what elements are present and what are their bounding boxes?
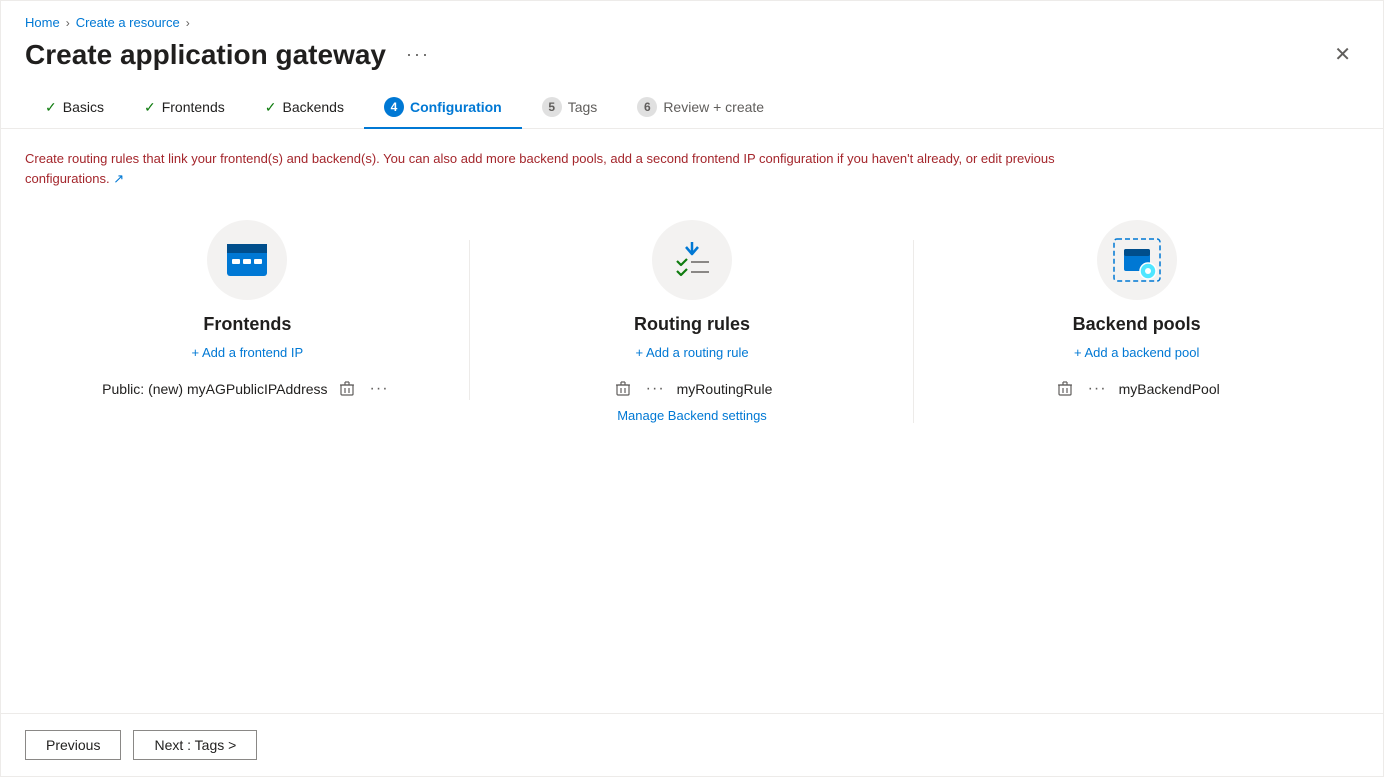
check-icon-backends: ✓ [265,99,277,116]
routing-rules-title: Routing rules [634,314,750,335]
trash-icon-routing [616,381,630,397]
tab-basics-label: Basics [63,99,104,115]
backend-pool-more-button[interactable]: ··· [1084,378,1111,400]
check-icon-frontends: ✓ [144,99,156,116]
breadcrumb: Home › Create a resource › [1,1,1383,30]
step-circle-review: 6 [637,97,657,117]
add-backend-pool-link[interactable]: + Add a backend pool [1074,345,1199,360]
close-button[interactable]: ✕ [1326,38,1359,71]
tab-tags-label: Tags [568,99,598,115]
tab-review-create[interactable]: 6 Review + create [617,87,784,129]
tab-tags[interactable]: 5 Tags [522,87,618,129]
more-options-button[interactable]: ··· [398,40,438,69]
breadcrumb-sep-2: › [186,16,190,30]
routing-rules-icon [667,238,717,282]
frontends-icon-circle [207,220,287,300]
frontends-icon [225,242,269,278]
tab-backends[interactable]: ✓ Backends [245,89,364,128]
tab-review-create-label: Review + create [663,99,764,115]
columns: Frontends + Add a frontend IP Public: (n… [25,220,1359,423]
tabs: ✓ Basics ✓ Frontends ✓ Backends 4 Config… [1,71,1383,129]
tab-frontends-label: Frontends [162,99,225,115]
header-left: Create application gateway ··· [25,39,438,71]
step-circle-tags: 5 [542,97,562,117]
tab-backends-label: Backends [282,99,343,115]
header-row: Create application gateway ··· ✕ [1,30,1383,71]
breadcrumb-sep-1: › [66,16,70,30]
frontends-title: Frontends [203,314,291,335]
manage-backend-settings-link[interactable]: Manage Backend settings [617,408,767,423]
backend-pools-title: Backend pools [1073,314,1201,335]
footer: Previous Next : Tags > [1,713,1383,776]
tab-frontends[interactable]: ✓ Frontends [124,89,245,128]
breadcrumb-create-resource[interactable]: Create a resource [76,15,180,30]
backend-pools-icon-circle [1097,220,1177,300]
next-button[interactable]: Next : Tags > [133,730,257,760]
info-text: Create routing rules that link your fron… [25,149,1125,188]
previous-button[interactable]: Previous [25,730,121,760]
check-icon-basics: ✓ [45,99,57,116]
panel: Home › Create a resource › Create applic… [0,0,1384,777]
frontend-item-row: Public: (new) myAGPublicIPAddress ··· [45,378,450,400]
content: Create routing rules that link your fron… [1,129,1383,713]
routing-rules-column: Routing rules + Add a routing rule [470,220,915,423]
routing-rule-item-row: ··· myRoutingRule [490,378,895,400]
add-routing-rule-link[interactable]: + Add a routing rule [635,345,748,360]
frontend-delete-button[interactable] [336,379,358,399]
routing-rule-more-button[interactable]: ··· [642,378,669,400]
frontend-item-text: Public: (new) myAGPublicIPAddress [102,381,327,397]
tab-basics[interactable]: ✓ Basics [25,89,124,128]
frontend-more-button[interactable]: ··· [366,378,393,400]
page-title: Create application gateway [25,39,386,71]
tab-configuration[interactable]: 4 Configuration [364,87,522,129]
routing-rule-delete-button[interactable] [612,379,634,399]
breadcrumb-home[interactable]: Home [25,15,60,30]
backend-pool-item-row: ··· myBackendPool [934,378,1339,400]
frontends-column: Frontends + Add a frontend IP Public: (n… [25,220,470,400]
backend-pools-column: Backend pools + Add a backend pool [914,220,1359,400]
backend-pools-icon [1110,235,1164,285]
routing-rules-icon-circle [652,220,732,300]
tab-configuration-label: Configuration [410,99,502,115]
trash-icon-backend [1058,381,1072,397]
backend-pool-delete-button[interactable] [1054,379,1076,399]
backend-pool-item-text: myBackendPool [1119,381,1220,397]
routing-rule-item-text: myRoutingRule [677,381,773,397]
trash-icon [340,381,354,397]
step-circle-configuration: 4 [384,97,404,117]
add-frontend-ip-link[interactable]: + Add a frontend IP [192,345,304,360]
info-link[interactable]: ↗ [113,171,124,186]
